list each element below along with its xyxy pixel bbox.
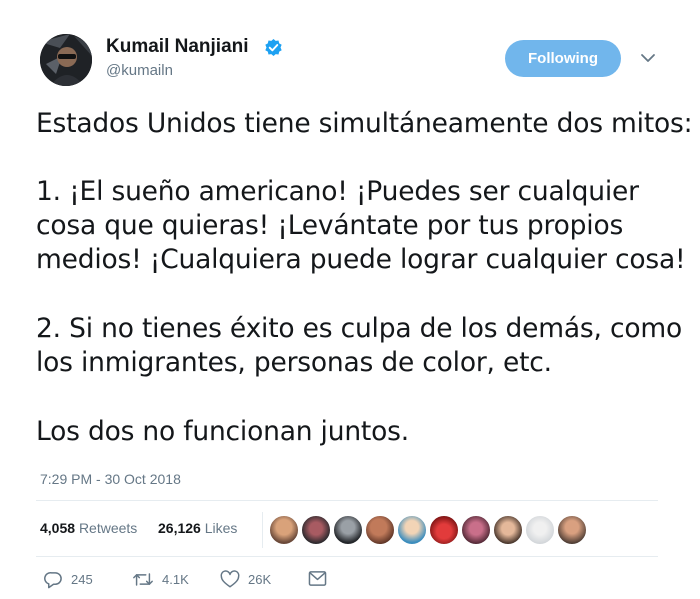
likes-stat[interactable]: 26,126 Likes — [158, 520, 237, 536]
following-button[interactable]: Following — [505, 40, 621, 77]
liker-avatar[interactable] — [524, 514, 556, 546]
tweet-timestamp[interactable]: 7:29 PM - 30 Oct 2018 — [40, 471, 181, 487]
divider — [36, 556, 658, 557]
tweet-text-line: medios! ¡Cualquiera puede lograr cualqui… — [36, 244, 686, 275]
liker-avatar[interactable] — [300, 514, 332, 546]
tweet-text-line: 2. Si no tienes éxito es culpa de los de… — [36, 313, 682, 344]
envelope-icon — [308, 571, 327, 586]
like-button[interactable]: 26K — [220, 570, 271, 589]
retweet-button[interactable]: 4.1K — [132, 570, 189, 589]
liker-avatar[interactable] — [332, 514, 364, 546]
liker-avatar[interactable] — [268, 514, 300, 546]
retweets-stat[interactable]: 4,058 Retweets — [40, 520, 137, 536]
tweet-card: Kumail Nanjiani @kumailn Following Estad… — [0, 0, 700, 599]
divider — [262, 512, 263, 548]
chevron-down-icon[interactable] — [640, 52, 656, 64]
verified-badge-icon — [265, 38, 282, 57]
display-name[interactable]: Kumail Nanjiani — [106, 36, 249, 58]
liker-avatar[interactable] — [396, 514, 428, 546]
like-count: 26K — [248, 572, 272, 587]
liker-avatar[interactable] — [556, 514, 588, 546]
retweets-label: Retweets — [78, 520, 138, 536]
tweet-text-line: los inmigrantes, personas de color, etc. — [36, 347, 552, 378]
retweets-count: 4,058 — [40, 520, 76, 536]
avatar[interactable] — [40, 34, 92, 86]
tweet-text-line: Estados Unidos tiene simultáneamente dos… — [36, 108, 693, 139]
tweet-text-line: Los dos no funcionan juntos. — [36, 416, 409, 447]
reply-button[interactable]: 245 — [44, 570, 93, 589]
liker-avatar[interactable] — [460, 514, 492, 546]
tweet-text-line: cosa que quieras! ¡Levántate por tus pro… — [36, 210, 624, 241]
retweet-count: 4.1K — [162, 572, 189, 587]
liker-avatar[interactable] — [428, 514, 460, 546]
likes-label: Likes — [204, 520, 238, 536]
heart-icon — [220, 570, 240, 588]
likes-count: 26,126 — [158, 520, 201, 536]
liker-avatar[interactable] — [364, 514, 396, 546]
divider — [36, 500, 658, 501]
reply-count: 245 — [71, 572, 93, 587]
retweet-icon — [133, 573, 153, 586]
tweet-text-line: 1. ¡El sueño americano! ¡Puedes ser cual… — [36, 176, 639, 207]
reply-icon — [44, 572, 62, 589]
liker-avatar[interactable] — [492, 514, 524, 546]
handle[interactable]: @kumailn — [106, 62, 173, 79]
direct-message-button[interactable] — [308, 570, 327, 587]
